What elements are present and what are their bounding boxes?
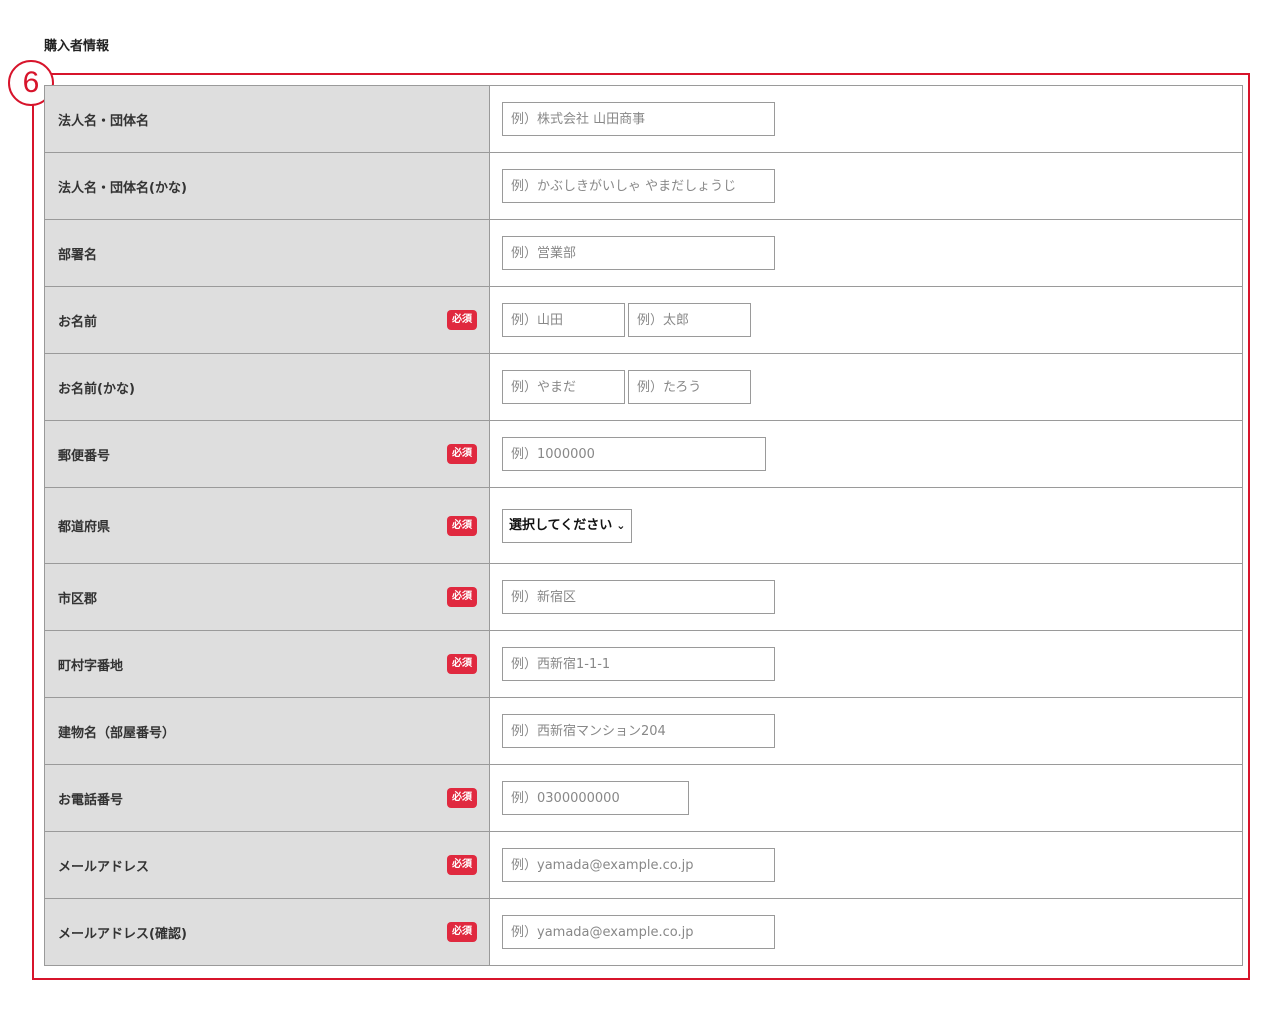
form-row-email-confirm: メールアドレス(確認) 必須 <box>44 898 1243 966</box>
section-title: 購入者情報 <box>44 39 110 54</box>
field-label: 市区郡 <box>58 591 98 607</box>
email-input[interactable] <box>502 848 775 882</box>
field-label: メールアドレス(確認) <box>58 926 187 942</box>
field-label: 建物名（部屋番号） <box>58 725 176 741</box>
field-label: 法人名・団体名 <box>58 113 150 129</box>
last-name-input[interactable] <box>502 303 625 337</box>
form-row-company-kana: 法人名・団体名(かな) <box>44 152 1243 220</box>
first-name-input[interactable] <box>628 303 751 337</box>
required-badge: 必須 <box>447 654 477 674</box>
department-input[interactable] <box>502 236 775 270</box>
phone-input[interactable] <box>502 781 689 815</box>
email-confirm-input[interactable] <box>502 915 775 949</box>
chevron-down-icon: ⌄ <box>616 518 626 532</box>
form-row-email: メールアドレス 必須 <box>44 831 1243 899</box>
field-label: 郵便番号 <box>58 448 111 464</box>
field-label: 町村字番地 <box>58 658 124 674</box>
last-name-kana-input[interactable] <box>502 370 625 404</box>
form-row-prefecture: 都道府県 必須 選択してください ⌄ <box>44 487 1243 564</box>
field-label: お名前 <box>58 314 98 330</box>
form-row-postal-code: 郵便番号 必須 <box>44 420 1243 488</box>
form-row-phone: お電話番号 必須 <box>44 764 1243 832</box>
form-row-city: 市区郡 必須 <box>44 563 1243 631</box>
required-badge: 必須 <box>447 855 477 875</box>
building-input[interactable] <box>502 714 775 748</box>
form-row-building: 建物名（部屋番号） <box>44 697 1243 765</box>
buyer-info-form: 法人名・団体名 法人名・団体名(かな) 部署名 お名前必須 お名前(かな) 郵便… <box>44 85 1243 966</box>
required-badge: 必須 <box>447 310 477 330</box>
company-name-input[interactable] <box>502 102 775 136</box>
required-badge: 必須 <box>447 444 477 464</box>
street-address-input[interactable] <box>502 647 775 681</box>
required-badge: 必須 <box>447 587 477 607</box>
form-row-department: 部署名 <box>44 219 1243 287</box>
required-badge: 必須 <box>447 788 477 808</box>
required-badge: 必須 <box>447 515 477 536</box>
form-row-name: お名前 必須 <box>44 286 1243 354</box>
field-label: 部署名 <box>58 247 98 263</box>
field-label: お名前(かな) <box>58 381 135 397</box>
field-label: 都道府県 <box>58 520 111 535</box>
form-row-street: 町村字番地 必須 <box>44 630 1243 698</box>
prefecture-select[interactable]: 選択してください ⌄ <box>502 508 633 543</box>
city-input[interactable] <box>502 580 775 614</box>
form-row-name-kana: お名前(かな) <box>44 353 1243 421</box>
postal-code-input[interactable] <box>502 437 766 471</box>
field-label: お電話番号 <box>58 792 124 808</box>
required-badge: 必須 <box>447 922 477 942</box>
form-row-company: 法人名・団体名 <box>44 85 1243 153</box>
first-name-kana-input[interactable] <box>628 370 751 404</box>
field-label: メールアドレス <box>58 859 150 875</box>
prefecture-select-value: 選択してください <box>509 517 613 533</box>
field-label: 法人名・団体名(かな) <box>58 180 187 196</box>
company-name-kana-input[interactable] <box>502 169 775 203</box>
